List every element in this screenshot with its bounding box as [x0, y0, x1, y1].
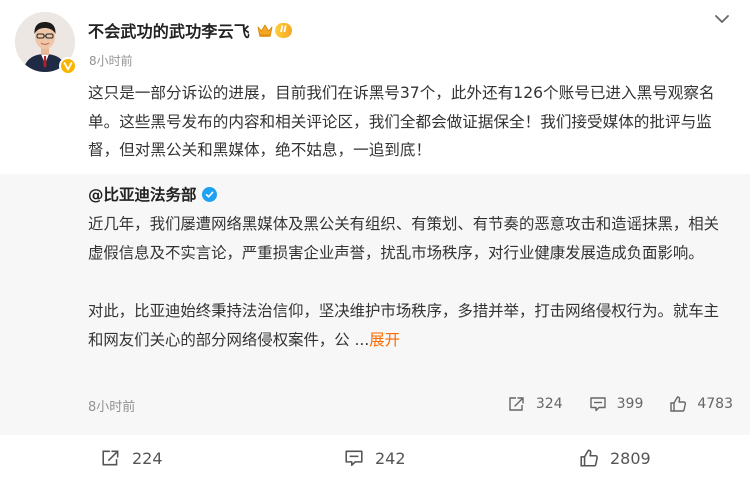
repost-like-button[interactable]: 4783	[668, 394, 733, 414]
like-count: 2809	[610, 448, 651, 468]
author-row: 不会武功的武功李云飞 II	[88, 18, 292, 42]
author-name[interactable]: 不会武功的武功李云飞	[88, 18, 250, 42]
repost-share-button[interactable]: 324	[507, 394, 563, 414]
crown-icon	[257, 24, 273, 37]
repost-like-count: 4783	[697, 396, 733, 412]
comment-button[interactable]: 242	[343, 447, 406, 469]
repost-paragraph-2: 对此，比亚迪始终秉持法治信仰，坚决维护市场秩序，多措并举，打击网络侵权行为。就车…	[88, 297, 728, 355]
repost-card[interactable]: @比亚迪法务部 近几年，我们屡遭网络黑媒体及黑公关有组织、有策划、有节奏的恶意攻…	[0, 174, 750, 435]
repost-actions: 324 399 4783	[482, 394, 733, 414]
level-badge[interactable]: II	[275, 22, 292, 38]
repost-author-row: @比亚迪法务部	[88, 183, 217, 205]
thumb-up-icon	[578, 447, 600, 469]
comment-icon	[343, 447, 365, 469]
repost-comment-count: 399	[616, 396, 644, 412]
repost-comment-button[interactable]: 399	[588, 394, 644, 414]
weibo-post: 不会武功的武功李云飞 II 8小时前 这只是一部分诉讼的进展，目前我们在诉黑号3…	[0, 0, 750, 479]
verified-badge-icon	[59, 57, 77, 75]
more-options-button[interactable]	[712, 12, 732, 26]
share-icon	[100, 447, 122, 469]
thumb-up-icon	[668, 394, 688, 414]
repost-text: 近几年，我们屡遭网络黑媒体及黑公关有组织、有策划、有节奏的恶意攻击和造谣抹黑，相…	[88, 210, 728, 355]
repost-time[interactable]: 8小时前	[88, 396, 135, 415]
post-action-bar: 224 242 2809	[0, 435, 750, 479]
share-button[interactable]: 224	[100, 447, 163, 469]
repost-author-name[interactable]: @比亚迪法务部	[88, 183, 197, 205]
post-text: 这只是一部分诉讼的进展，目前我们在诉黑号37个，此外还有126个账号已进入黑号观…	[88, 84, 715, 159]
repost-share-count: 324	[535, 396, 563, 412]
like-button[interactable]: 2809	[578, 447, 651, 469]
share-icon	[507, 394, 527, 414]
repost-paragraph-2-text: 对此，比亚迪始终秉持法治信仰，坚决维护市场秩序，多措并举，打击网络侵权行为。就车…	[88, 302, 720, 349]
chevron-down-icon	[712, 12, 732, 31]
comment-icon	[588, 394, 608, 414]
expand-link[interactable]: 展开	[369, 331, 400, 349]
repost-paragraph-1: 近几年，我们屡遭网络黑媒体及黑公关有组织、有策划、有节奏的恶意攻击和造谣抹黑，相…	[88, 215, 720, 262]
post-time[interactable]: 8小时前	[89, 52, 133, 69]
comment-count: 242	[375, 448, 406, 468]
blue-verified-icon	[201, 186, 217, 202]
share-count: 224	[132, 448, 163, 468]
